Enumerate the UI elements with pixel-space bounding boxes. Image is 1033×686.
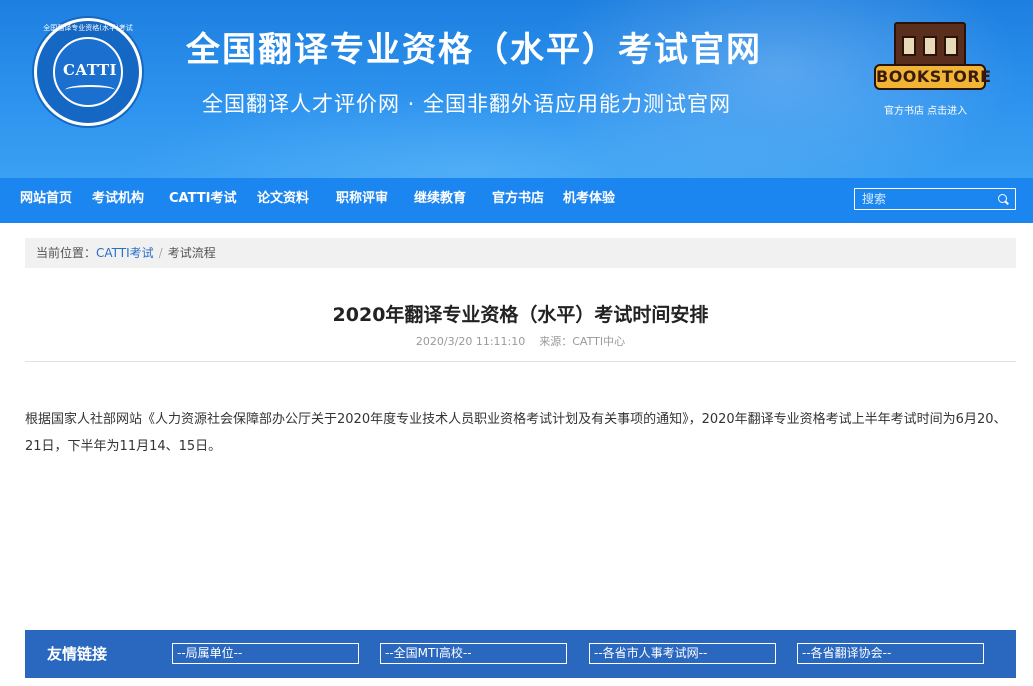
- breadcrumb-current[interactable]: 考试流程: [168, 246, 216, 260]
- header-banner: 全国翻译专业资格(水平)考试 CATTI 全国翻译专业资格（水平）考试官网 全国…: [0, 0, 1033, 178]
- nav-item-bookstore[interactable]: 官方书店: [492, 178, 544, 223]
- site-subtitle: 全国翻译人才评价网 · 全国非翻外语应用能力测试官网: [202, 92, 732, 116]
- main-nav: 网站首页 考试机构 CATTI考试 论文资料 职称评审 继续教育 官方书店 机考…: [0, 178, 1033, 223]
- friend-links-bar: 友情链接 --局属单位-- --全国MTI高校-- --各省市人事考试网-- -…: [25, 630, 1016, 678]
- search-box: [854, 188, 1016, 210]
- article-meta: 2020/3/20 11:11:10 来源：CATTI中心: [25, 333, 1016, 349]
- window-icon: [902, 36, 916, 56]
- nav-item-institutions[interactable]: 考试机构: [92, 178, 144, 223]
- site-title: 全国翻译专业资格（水平）考试官网: [186, 30, 762, 70]
- search-icon[interactable]: [998, 194, 1007, 203]
- nav-item-home[interactable]: 网站首页: [20, 178, 72, 223]
- article-divider: [25, 361, 1016, 362]
- breadcrumb-separator: /: [158, 246, 163, 260]
- breadcrumb-prefix: 当前位置：: [36, 246, 97, 260]
- logo-emblem: CATTI: [53, 37, 123, 107]
- article-title: 2020年翻译专业资格（水平）考试时间安排: [332, 304, 709, 326]
- nav-item-cbt-experience[interactable]: 机考体验: [563, 178, 615, 223]
- friend-links-label: 友情链接: [47, 645, 108, 663]
- bookstore-house-icon: [894, 22, 966, 70]
- breadcrumb-link-catti[interactable]: CATTI考试: [96, 246, 154, 260]
- article-source: 来源：CATTI中心: [539, 335, 626, 348]
- nav-item-papers[interactable]: 论文资料: [257, 178, 309, 223]
- window-icon: [944, 36, 958, 56]
- catti-logo[interactable]: 全国翻译专业资格(水平)考试 CATTI: [34, 18, 142, 126]
- select-provincial-translator-associations[interactable]: --各省翻译协会--: [797, 643, 984, 664]
- logo-ring-text: 全国翻译专业资格(水平)考试: [43, 24, 133, 32]
- bookstore-sign: BOOKSTORE: [874, 64, 991, 90]
- logo-text: CATTI: [62, 61, 118, 79]
- select-mti-universities[interactable]: --全国MTI高校--: [380, 643, 567, 664]
- select-provincial-exam-sites[interactable]: --各省市人事考试网--: [589, 643, 776, 664]
- search-input[interactable]: [855, 189, 991, 209]
- select-affiliated-units[interactable]: --局属单位--: [172, 643, 359, 664]
- article-body: 根据国家人社部网站《人力资源社会保障部办公厅关于2020年度专业技术人员职业资格…: [25, 412, 1007, 454]
- bookstore-link[interactable]: 官方书店 点击进入: [884, 102, 967, 117]
- nav-item-catti-exam[interactable]: CATTI考试: [169, 178, 236, 223]
- breadcrumb: 当前位置：CATTI考试 / 考试流程: [25, 238, 1016, 268]
- article-date: 2020/3/20 11:11:10: [415, 335, 526, 348]
- nav-item-title-review[interactable]: 职称评审: [336, 178, 388, 223]
- window-icon: [923, 36, 937, 56]
- logo-wave-icon: [65, 85, 115, 95]
- nav-item-continuing-education[interactable]: 继续教育: [414, 178, 466, 223]
